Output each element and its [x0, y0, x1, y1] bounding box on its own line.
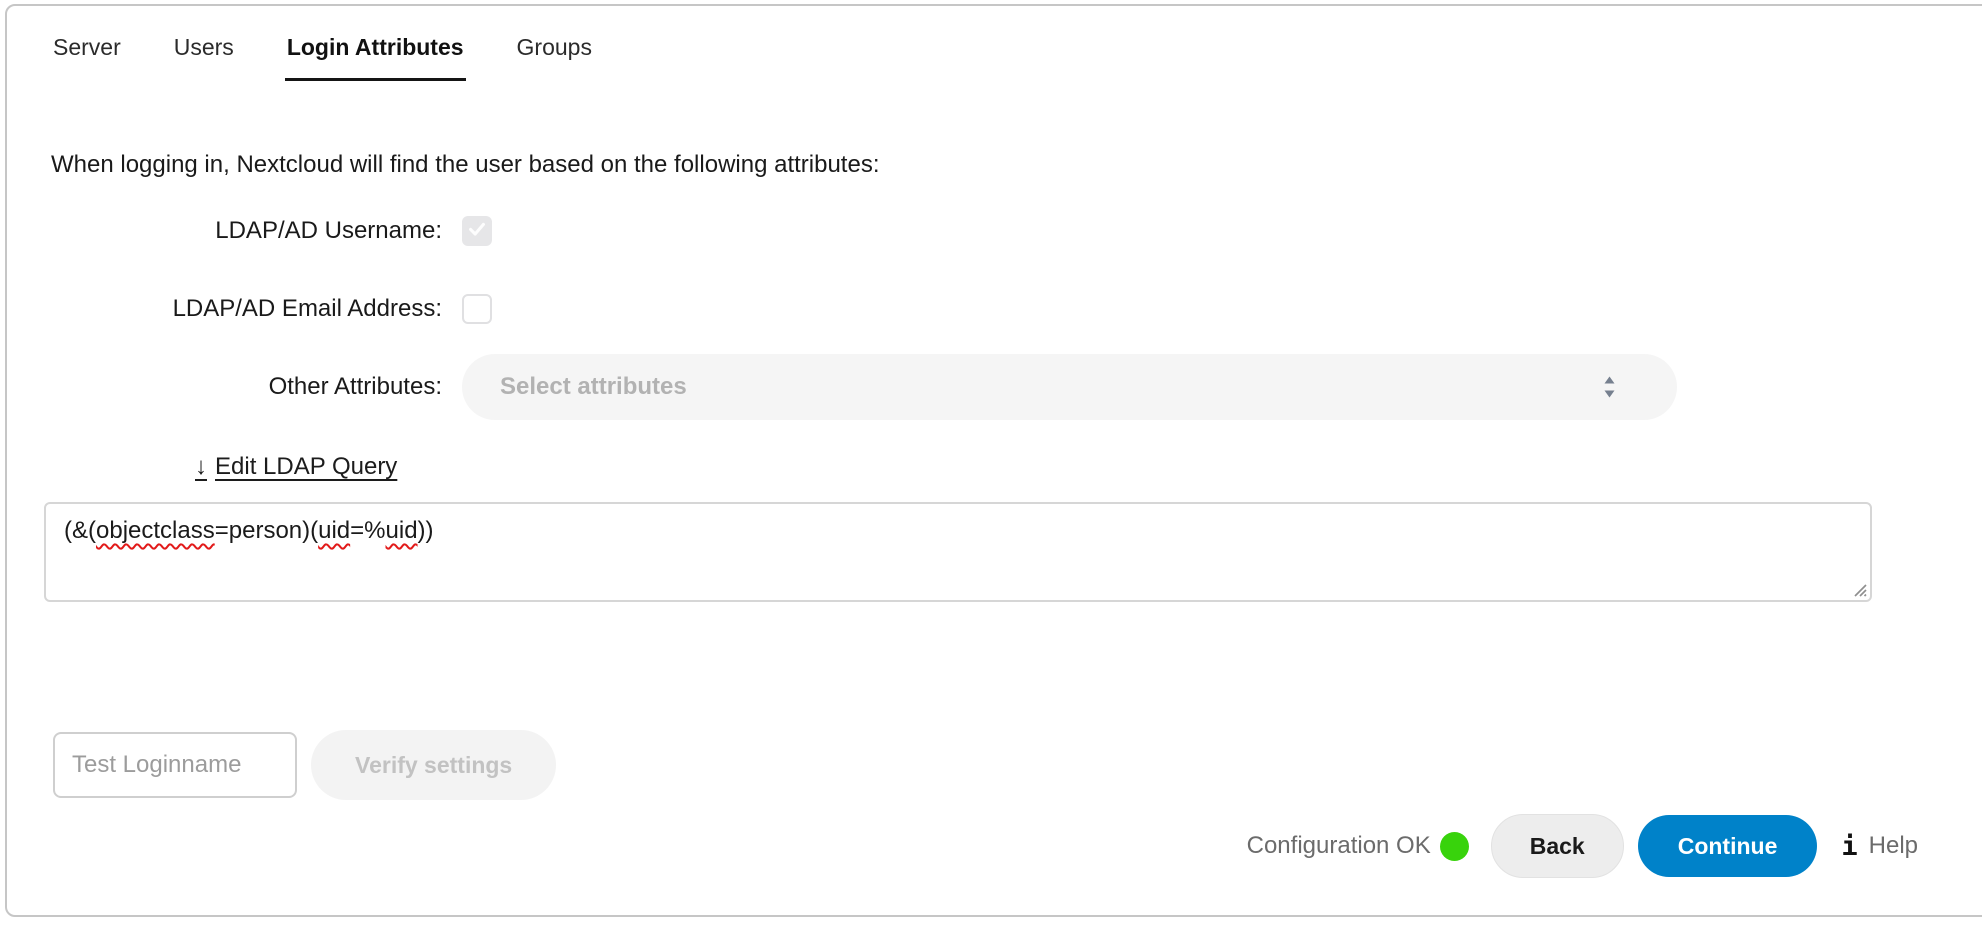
email-row: LDAP/AD Email Address: — [7, 294, 1982, 324]
select-placeholder: Select attributes — [500, 373, 687, 401]
edit-ldap-query-link[interactable]: ↓ Edit LDAP Query — [195, 453, 397, 481]
verify-settings-button[interactable]: Verify settings — [311, 730, 556, 800]
tab-bar: Server Users Login Attributes Groups — [7, 6, 1982, 81]
username-label: LDAP/AD Username: — [7, 217, 442, 245]
other-attributes-row: Other Attributes: Select attributes — [7, 354, 1982, 420]
query-text: (&(objectclass=person)(uid=%uid)) — [64, 517, 434, 544]
tab-users[interactable]: Users — [172, 34, 236, 81]
wizard-card: Server Users Login Attributes Groups Whe… — [5, 4, 1982, 917]
test-loginname-input[interactable] — [53, 732, 297, 798]
email-checkbox[interactable] — [462, 294, 492, 324]
username-checkbox — [462, 216, 492, 246]
down-arrow-icon: ↓ — [195, 453, 207, 480]
checkmark-icon — [466, 218, 488, 245]
continue-button[interactable]: Continue — [1638, 815, 1818, 877]
username-row: LDAP/AD Username: — [7, 216, 1982, 246]
status-ok-icon — [1440, 832, 1469, 861]
info-icon: i — [1841, 831, 1857, 862]
select-updown-icon — [1602, 374, 1617, 400]
other-attributes-select[interactable]: Select attributes — [462, 354, 1677, 420]
email-label: LDAP/AD Email Address: — [7, 295, 442, 323]
edit-ldap-query-label: Edit LDAP Query — [215, 453, 397, 480]
footer-bar: Configuration OK Back Continue i Help — [7, 814, 1982, 878]
tab-groups[interactable]: Groups — [515, 34, 594, 81]
tab-server[interactable]: Server — [51, 34, 123, 81]
intro-text: When logging in, Nextcloud will find the… — [51, 151, 1982, 179]
resize-handle-icon[interactable] — [1808, 578, 1867, 597]
other-attributes-label: Other Attributes: — [7, 373, 442, 401]
configuration-status-text: Configuration OK — [1247, 832, 1431, 860]
back-button[interactable]: Back — [1491, 814, 1624, 878]
test-row: Verify settings — [53, 730, 1982, 800]
tab-login-attributes[interactable]: Login Attributes — [285, 34, 466, 81]
ldap-query-textarea[interactable]: (&(objectclass=person)(uid=%uid)) — [44, 502, 1872, 602]
help-link[interactable]: Help — [1869, 832, 1918, 860]
